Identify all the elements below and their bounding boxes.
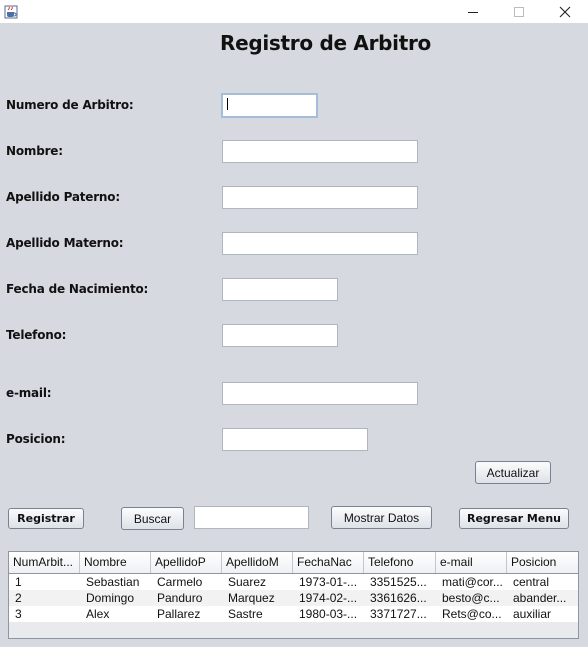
table-cell: Sastre bbox=[228, 607, 263, 621]
table-cell: 3 bbox=[15, 607, 22, 621]
page-title: Registro de Arbitro bbox=[220, 31, 431, 55]
table-cell: 3351525... bbox=[370, 575, 427, 589]
nombre-input[interactable] bbox=[222, 140, 418, 163]
table-cell: Domingo bbox=[86, 591, 135, 605]
table-cell: besto@c... bbox=[442, 591, 500, 605]
posicion-input[interactable] bbox=[222, 428, 368, 451]
table-cell: Pallarez bbox=[157, 607, 201, 621]
apellido-materno-input[interactable] bbox=[222, 232, 418, 255]
table-cell: Alex bbox=[86, 607, 110, 621]
maximize-icon bbox=[514, 6, 524, 17]
table-cell: 1 bbox=[15, 575, 22, 589]
table-cell: Marquez bbox=[228, 591, 275, 605]
table-cell: auxiliar bbox=[513, 607, 552, 621]
telefono-label: Telefono: bbox=[6, 328, 67, 342]
java-cup-icon bbox=[4, 4, 18, 19]
table-row[interactable]: 1 Sebastian Carmelo Suarez 1973-01-... 3… bbox=[9, 574, 578, 590]
fecha-input[interactable] bbox=[222, 278, 338, 301]
table-row[interactable]: 3 Alex Pallarez Sastre 1980-03-... 33717… bbox=[9, 606, 578, 622]
column-header-apellidop[interactable]: ApellidoP bbox=[151, 552, 222, 573]
nombre-label: Nombre: bbox=[6, 144, 63, 158]
email-input[interactable] bbox=[222, 382, 418, 405]
close-icon bbox=[559, 6, 571, 17]
table-cell: 3361626... bbox=[370, 591, 427, 605]
app-window: Registro de Arbitro Numero de Arbitro: N… bbox=[0, 0, 588, 647]
arbitros-table: NumArbit... Nombre ApellidoP ApellidoM F… bbox=[8, 551, 579, 639]
apellido-materno-label: Apellido Materno: bbox=[6, 236, 124, 250]
column-header-apellidom[interactable]: ApellidoM bbox=[222, 552, 293, 573]
table-cell: mati@cor... bbox=[442, 575, 503, 589]
table-cell: 2 bbox=[15, 591, 22, 605]
column-header-email[interactable]: e-mail bbox=[436, 552, 507, 573]
apellido-paterno-label: Apellido Paterno: bbox=[6, 190, 120, 204]
table-header: NumArbit... Nombre ApellidoP ApellidoM F… bbox=[9, 552, 578, 574]
table-cell: 1973-01-... bbox=[299, 575, 358, 589]
actualizar-button[interactable]: Actualizar bbox=[475, 461, 551, 484]
title-bar bbox=[0, 0, 588, 23]
table-cell: Carmelo bbox=[157, 575, 203, 589]
telefono-input[interactable] bbox=[222, 324, 338, 347]
column-header-numarbitro[interactable]: NumArbit... bbox=[9, 552, 80, 573]
column-header-nombre[interactable]: Nombre bbox=[80, 552, 151, 573]
table-cell: Panduro bbox=[157, 591, 203, 605]
registrar-button[interactable]: Registrar bbox=[8, 508, 84, 529]
table-cell: Suarez bbox=[228, 575, 267, 589]
maximize-button[interactable] bbox=[496, 0, 542, 23]
search-input[interactable] bbox=[194, 506, 309, 529]
table-cell: 1980-03-... bbox=[299, 607, 358, 621]
column-header-telefono[interactable]: Telefono bbox=[364, 552, 436, 573]
table-cell: 3371727... bbox=[370, 607, 427, 621]
fecha-label: Fecha de Nacimiento: bbox=[6, 282, 149, 296]
minimize-icon bbox=[468, 11, 478, 13]
numero-input[interactable] bbox=[221, 93, 318, 118]
regresar-menu-button[interactable]: Regresar Menu bbox=[459, 508, 569, 529]
buscar-button[interactable]: Buscar bbox=[121, 507, 184, 530]
close-button[interactable] bbox=[542, 0, 588, 23]
email-label: e-mail: bbox=[6, 386, 52, 400]
posicion-label: Posicion: bbox=[6, 432, 66, 446]
text-caret bbox=[227, 98, 228, 110]
table-cell: 1974-02-... bbox=[299, 591, 358, 605]
numero-label: Numero de Arbitro: bbox=[6, 98, 134, 112]
table-cell: abander... bbox=[513, 591, 567, 605]
minimize-button[interactable] bbox=[450, 0, 496, 23]
apellido-paterno-input[interactable] bbox=[222, 186, 418, 209]
column-header-posicion[interactable]: Posicion bbox=[507, 552, 578, 573]
table-row[interactable]: 2 Domingo Panduro Marquez 1974-02-... 33… bbox=[9, 590, 578, 606]
table-cell: central bbox=[513, 575, 550, 589]
table-cell: Sebastian bbox=[86, 575, 140, 589]
mostrar-datos-button[interactable]: Mostrar Datos bbox=[331, 506, 432, 529]
column-header-fechanac[interactable]: FechaNac bbox=[293, 552, 364, 573]
table-cell: Rets@co... bbox=[442, 607, 502, 621]
table-body: 1 Sebastian Carmelo Suarez 1973-01-... 3… bbox=[9, 574, 578, 622]
